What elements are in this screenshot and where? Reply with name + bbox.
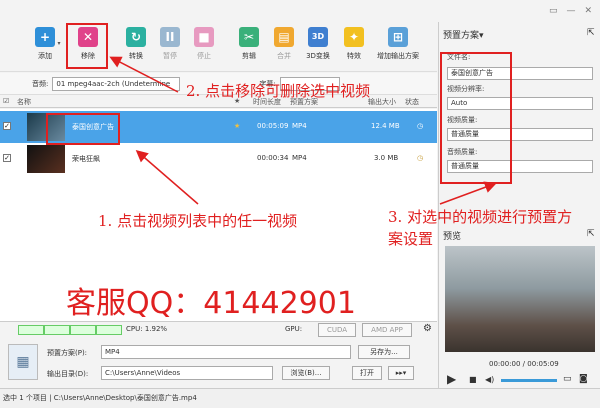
- annotation-arrows: [109, 56, 497, 205]
- contact-text: 客服QQ：41442901: [66, 286, 356, 321]
- arrow-to-remove: [109, 56, 179, 93]
- annotation-select: 1. 点击视频列表中的任一视频: [98, 212, 298, 230]
- annotation-preset-1: 3. 对选中的视频进行预置方: [388, 208, 573, 226]
- annotation-remove: 2. 点击移除可删除选中视频: [186, 82, 371, 100]
- app-window: ▭ — ✕ + 添加 ▾ ✕ 移除 ↻ 转换 II 暂停 ■ 停止 ✂ 剪辑 ▤…: [0, 0, 600, 408]
- arrow-to-file: [135, 150, 199, 205]
- annotation-preset-2: 案设置: [388, 230, 434, 248]
- arrow-to-preset: [439, 181, 497, 205]
